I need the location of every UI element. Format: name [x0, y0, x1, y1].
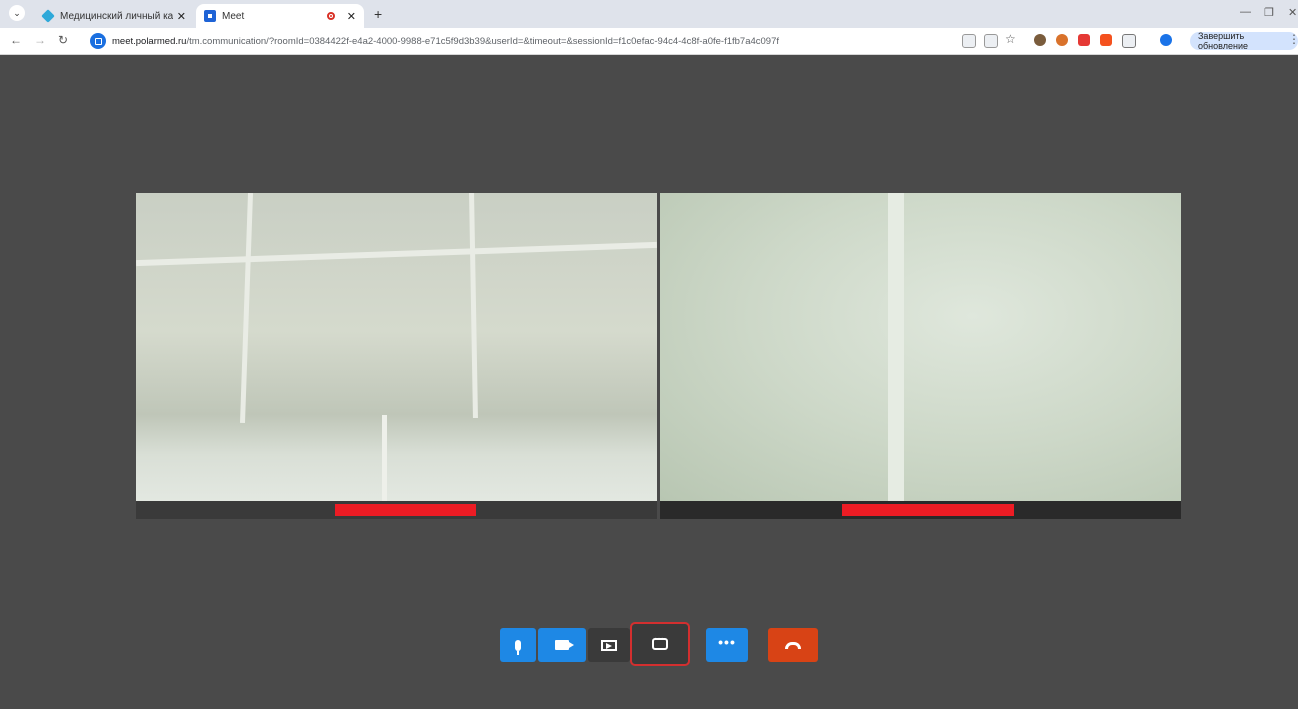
tab-title: Meet: [222, 10, 245, 22]
camera-icon: [555, 640, 574, 650]
screen-share-icon: [601, 639, 617, 651]
chat-button[interactable]: [630, 622, 690, 666]
close-window-icon[interactable]: ✕: [1288, 6, 1297, 19]
url-path: /tm.communication/?roomId=0384422f-e4a2-…: [186, 35, 780, 47]
back-icon[interactable]: ←: [10, 33, 22, 47]
browser-tab-bar: ⌄ Медицинский личный кабине ✕ Meet ✕ + —…: [0, 0, 1298, 28]
wall-seam-line: [888, 193, 904, 501]
chat-icon: [652, 633, 668, 650]
more-icon: •••: [718, 634, 736, 650]
url-host: meet.polarmed.ru: [112, 35, 187, 47]
extensions-puzzle-icon[interactable]: [1122, 34, 1136, 48]
participant-tile-1[interactable]: [136, 193, 657, 519]
screen-share-button[interactable]: [588, 628, 630, 662]
participant-video: [136, 193, 657, 501]
bookmark-star-icon[interactable]: ☆: [1005, 32, 1016, 46]
extension-icon[interactable]: [1100, 34, 1112, 46]
ceiling-grid-line: [469, 193, 478, 419]
browser-toolbar: ← → ↻ meet.polarmed.ru/tm.communication/…: [0, 28, 1298, 55]
meet-favicon-icon: [204, 10, 216, 22]
site-info-icon[interactable]: [90, 33, 106, 49]
close-icon[interactable]: ✕: [177, 10, 186, 23]
wall-corner-line: [382, 415, 387, 501]
forward-icon[interactable]: →: [34, 33, 46, 47]
extension-icon[interactable]: [1078, 34, 1090, 46]
ceiling-grid-line: [239, 193, 254, 424]
address-bar[interactable]: meet.polarmed.ru/tm.communication/?roomI…: [90, 31, 1020, 51]
restore-icon[interactable]: ❐: [1264, 6, 1274, 19]
recording-indicator-icon: [326, 12, 335, 20]
hang-up-button[interactable]: [768, 628, 818, 662]
browser-menu-icon[interactable]: ⋮: [1288, 32, 1298, 46]
site-favicon-icon: [41, 9, 55, 23]
cast-icon[interactable]: [962, 34, 976, 48]
camera-button[interactable]: [538, 628, 586, 662]
more-options-button[interactable]: •••: [706, 628, 748, 662]
tab-meet[interactable]: Meet ✕: [196, 4, 364, 28]
reload-icon[interactable]: ↻: [58, 33, 68, 47]
minimize-icon[interactable]: —: [1240, 6, 1251, 18]
audio-level-indicator: [335, 504, 476, 516]
extension-icon[interactable]: [1034, 34, 1046, 46]
profile-avatar-icon[interactable]: [1160, 34, 1172, 46]
translate-icon[interactable]: [984, 34, 998, 48]
audio-level-indicator: [842, 504, 1014, 516]
tab-search-icon[interactable]: ⌄: [9, 5, 25, 21]
extension-icon[interactable]: [1056, 34, 1068, 46]
participant-video: [660, 193, 1181, 501]
tab-medical-cabinet[interactable]: Медицинский личный кабине ✕: [34, 4, 194, 28]
participant-tile-2[interactable]: [660, 193, 1181, 519]
update-button[interactable]: Завершить обновление: [1190, 31, 1298, 51]
participant-status-bar: [660, 501, 1181, 519]
ceiling-grid-line: [136, 241, 657, 267]
new-tab-button[interactable]: +: [374, 6, 382, 22]
participant-status-bar: [136, 501, 657, 519]
microphone-icon: [515, 639, 521, 655]
microphone-button[interactable]: [500, 628, 536, 662]
tab-title: Медицинский личный кабине: [60, 10, 173, 22]
close-icon[interactable]: ✕: [347, 10, 356, 23]
phone-hangup-icon: [785, 641, 801, 649]
